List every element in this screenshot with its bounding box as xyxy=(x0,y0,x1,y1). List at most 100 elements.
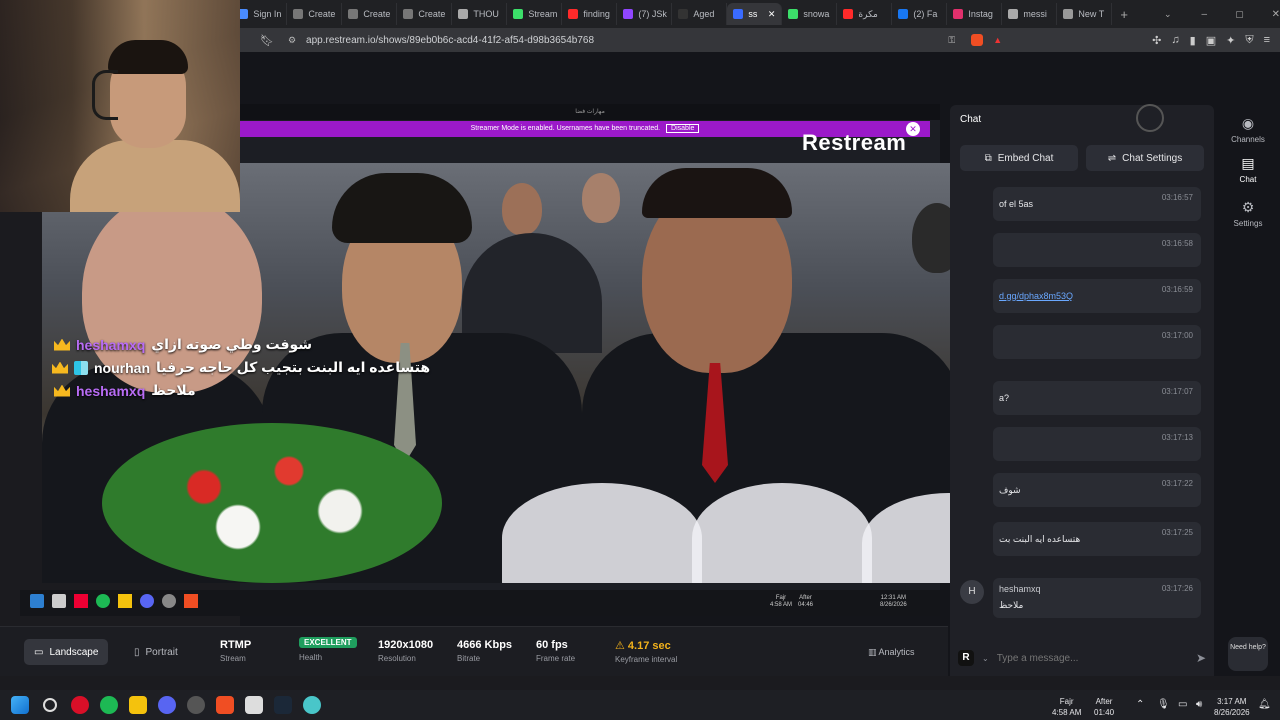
after-widget[interactable]: After 01:40 xyxy=(1094,696,1114,718)
channels-icon: ◉ xyxy=(1241,115,1255,131)
prayer-widget[interactable]: Fajr 4:58 AM xyxy=(1052,696,1081,718)
overlay-message: ملاحظ xyxy=(151,382,196,398)
url-field[interactable]: app.restream.io/shows/89eb0b6c-acd4-41f2… xyxy=(306,35,594,46)
rail-channels[interactable]: ◉ Channels xyxy=(1222,115,1274,144)
stat-bitrate: 4666 Kbps Bitrate xyxy=(457,639,512,663)
streamer-shirt xyxy=(70,140,240,212)
volume-icon[interactable]: 🔊︎ xyxy=(1196,699,1202,710)
browser-tab[interactable]: Stream xyxy=(507,3,563,25)
browser-tab[interactable]: Aged xyxy=(672,3,728,25)
app-icon[interactable] xyxy=(303,696,321,714)
browser-tab[interactable]: Instag xyxy=(947,3,1003,25)
discord-icon xyxy=(140,594,154,608)
mic-icon[interactable]: 🎙︎ xyxy=(1157,699,1170,710)
close-tab-icon[interactable]: ✕ xyxy=(768,9,776,20)
browser-tab[interactable]: Create xyxy=(397,3,453,25)
browser-tab[interactable]: snowa xyxy=(782,3,838,25)
extensions-icon[interactable]: ✣ xyxy=(1152,34,1161,47)
chat-message-time: 03:17:25 xyxy=(1161,528,1193,537)
browser-tab[interactable]: Sign In xyxy=(232,3,288,25)
browser-tab[interactable]: finding xyxy=(562,3,618,25)
tab-label: Instag xyxy=(968,9,993,19)
need-help-button[interactable]: Need help? xyxy=(1228,637,1268,671)
overlay-username: heshamxq xyxy=(76,336,146,353)
tab-label: snowa xyxy=(803,9,830,19)
send-icon[interactable]: ➤ xyxy=(1196,651,1206,665)
chevron-down-icon[interactable]: ⌄ xyxy=(982,654,989,663)
headset-icon xyxy=(92,70,118,120)
file-explorer-icon[interactable] xyxy=(129,696,147,714)
rail-chat[interactable]: ▤ Chat xyxy=(1222,155,1274,184)
stat-resolution: 1920x1080 Resolution xyxy=(378,639,433,663)
browser-tab[interactable]: (7) JSk xyxy=(617,3,673,25)
discord-icon[interactable] xyxy=(158,696,176,714)
browser-tab[interactable]: Create xyxy=(342,3,398,25)
media-icon[interactable]: ♫ xyxy=(1171,34,1179,46)
vpn-icon[interactable]: ⛨ xyxy=(1245,34,1253,47)
steam-icon[interactable] xyxy=(274,696,292,714)
close-window-icon[interactable]: ✕ xyxy=(1272,9,1280,20)
spotify-icon[interactable] xyxy=(100,696,118,714)
clock[interactable]: 3:17 AM 8/26/2026 xyxy=(1214,696,1250,718)
key-icon[interactable]: ⚿ xyxy=(948,35,955,46)
rail-settings[interactable]: ⚙ Settings xyxy=(1222,199,1274,228)
browser-tab[interactable]: THOU xyxy=(452,3,508,25)
portrait-button[interactable]: ▯ Portrait xyxy=(124,639,188,665)
chat-settings-button[interactable]: ⇌ Chat Settings xyxy=(1086,145,1204,171)
browser-tab[interactable]: messi xyxy=(1002,3,1058,25)
menu-icon[interactable]: ≡ xyxy=(1264,34,1270,46)
embed-chat-button[interactable]: ⧉ Embed Chat xyxy=(960,145,1078,171)
notification-icon[interactable]: 🔔︎ xyxy=(1258,699,1271,710)
tab-search-icon[interactable]: ⌄ xyxy=(1164,9,1172,20)
obs-icon[interactable] xyxy=(187,696,205,714)
bookmark-icon[interactable]: 🔖︎ xyxy=(260,34,274,47)
banner-close-icon[interactable]: ✕ xyxy=(906,122,920,136)
browser-tab[interactable]: ss ✕ xyxy=(727,3,783,25)
browser-tab[interactable]: مكرة xyxy=(837,3,893,25)
chat-icon: ▤ xyxy=(1241,155,1255,171)
tab-favicon-icon xyxy=(568,9,579,19)
brave-shield-icon[interactable] xyxy=(971,34,984,46)
chevron-up-icon[interactable]: ⌃ xyxy=(1136,699,1144,710)
browser-tab[interactable]: (2) Fa xyxy=(892,3,948,25)
shared-window-title: مهارات فضا xyxy=(575,109,605,115)
keyframe-value: ⚠ 4.17 sec xyxy=(615,639,677,652)
search-icon[interactable] xyxy=(43,698,57,712)
minimize-icon[interactable]: – xyxy=(1202,9,1208,20)
browser-tab[interactable]: New T xyxy=(1057,3,1113,25)
bitrate-value: 4666 Kbps xyxy=(457,639,513,651)
sidebar-icon[interactable]: ▮ xyxy=(1190,34,1196,47)
shared-window-titlebar: مهارات فضا xyxy=(240,104,940,120)
disable-streamer-mode-button[interactable]: Disable xyxy=(666,124,700,133)
analytics-button[interactable]: ▥ Analytics xyxy=(868,647,915,658)
site-info-icon[interactable]: ⚙ xyxy=(288,35,296,46)
inner-time: 12:31 AM xyxy=(880,595,907,601)
tab-label: (7) JSk xyxy=(638,9,667,19)
rewards-icon[interactable]: ▲ xyxy=(993,35,1002,45)
new-tab-icon[interactable]: + xyxy=(1120,7,1128,22)
shared-screen-taskbar: Fajr 4:58 AM After 04:46 12:31 AM 8/26/2… xyxy=(20,590,940,616)
wallet-icon[interactable]: ▣ xyxy=(1206,34,1216,47)
browser-tab[interactable]: Create xyxy=(287,3,343,25)
windows-start-icon[interactable] xyxy=(11,696,29,714)
network-icon[interactable]: ▭ xyxy=(1178,699,1187,710)
landscape-button[interactable]: ▭ Landscape xyxy=(24,639,109,665)
loading-spinner-icon xyxy=(1136,104,1164,132)
tab-favicon-icon xyxy=(898,9,909,19)
leo-icon[interactable]: ✦ xyxy=(1226,34,1235,47)
chat-message: 03:16:59 d.gg/dphax8m53Q xyxy=(993,279,1201,313)
chat-input-row: R ⌄ ➤ xyxy=(958,645,1206,671)
chat-message-input[interactable] xyxy=(996,652,1167,664)
chat-message-time: 03:17:26 xyxy=(1161,584,1193,593)
health-label: Health xyxy=(299,653,323,662)
tab-favicon-icon xyxy=(403,9,414,19)
chat-message: 03:16:57 of el 5as xyxy=(993,187,1201,221)
analytics-icon: ▥ xyxy=(868,647,879,657)
tab-label: Stream xyxy=(528,9,558,19)
brave-icon[interactable] xyxy=(216,696,234,714)
app-red-icon[interactable] xyxy=(71,696,89,714)
maximize-icon[interactable]: ▢ xyxy=(1235,9,1244,20)
restream-r-icon[interactable]: R xyxy=(958,650,974,666)
chat-settings-label: Chat Settings xyxy=(1122,152,1183,164)
app-icon[interactable] xyxy=(245,696,263,714)
